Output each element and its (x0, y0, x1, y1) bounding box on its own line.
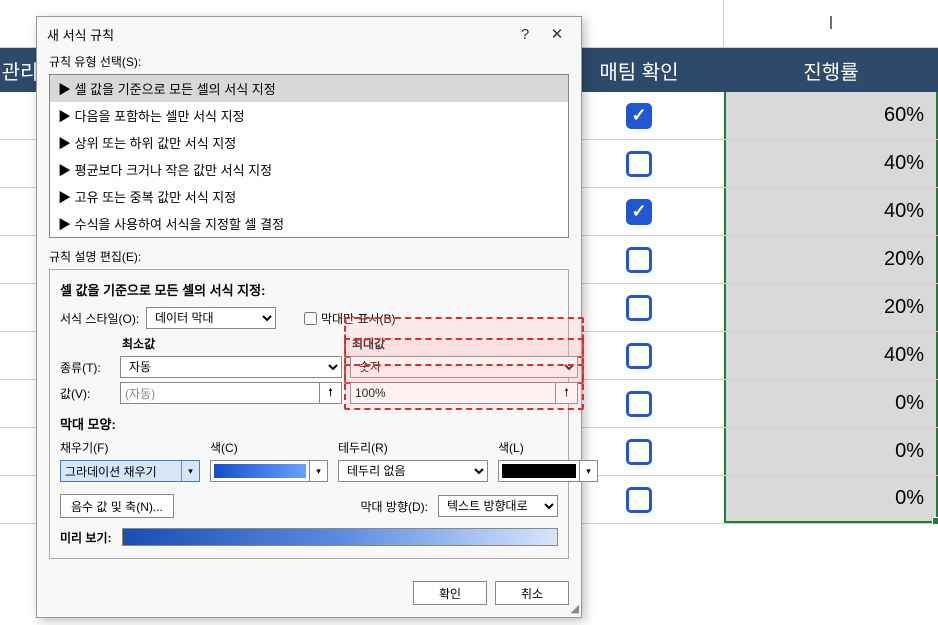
progress-cell[interactable]: 0% (724, 476, 938, 523)
bar-appearance-label: 막대 모양: (60, 414, 558, 433)
progress-cell[interactable]: 60% (724, 92, 938, 139)
preview-bar (122, 528, 559, 546)
cancel-button[interactable]: 취소 (495, 581, 569, 605)
chevron-down-icon: ▾ (309, 461, 327, 481)
checkbox[interactable] (626, 295, 652, 321)
dialog-title: 새 서식 규칙 (47, 25, 509, 44)
progress-cell[interactable]: 20% (724, 236, 938, 283)
value-label: 값(V): (60, 385, 112, 402)
rule-type-item[interactable]: ▶ 다음을 포함하는 셀만 서식 지정 (50, 102, 568, 129)
border-color-select[interactable]: ▾ (498, 460, 598, 482)
rule-desc-label: 규칙 설명 편집(E): (49, 248, 569, 265)
checkbox[interactable]: ✓ (626, 103, 652, 129)
progress-cell[interactable]: 20% (724, 284, 938, 331)
dialog-titlebar[interactable]: 새 서식 규칙 ? ✕ (37, 17, 581, 51)
header-progress: 진행률 (724, 48, 938, 92)
checkbox[interactable] (626, 151, 652, 177)
max-header: 최대값 (350, 335, 578, 352)
rule-description-section: 셀 값을 기준으로 모든 셀의 서식 지정: 서식 스타일(O): 데이터 막대… (49, 269, 569, 559)
color-label: 색(C) (210, 439, 328, 456)
help-button[interactable]: ? (509, 21, 541, 47)
fill-handle[interactable] (932, 517, 938, 525)
min-type-select[interactable]: 자동 (120, 356, 342, 378)
checkbox[interactable]: ✓ (626, 199, 652, 225)
rule-type-item[interactable]: ▶ 평균보다 크거나 작은 값만 서식 지정 (50, 156, 568, 183)
max-ref-button[interactable]: 🠕 (556, 382, 578, 404)
checkbox[interactable] (626, 343, 652, 369)
min-header: 최소값 (120, 335, 342, 352)
bar-direction-select[interactable]: 텍스트 방향대로 (438, 495, 558, 517)
min-value-input[interactable] (120, 382, 320, 404)
rule-type-label: 규칙 유형 선택(S): (49, 53, 569, 70)
fill-label: 채우기(F) (60, 439, 200, 456)
border-type-select[interactable]: 테두리 없음 (338, 460, 488, 482)
rule-type-item[interactable]: ▶ 셀 값을 기준으로 모든 셀의 서식 지정 (50, 75, 568, 102)
new-format-rule-dialog: 새 서식 규칙 ? ✕ 규칙 유형 선택(S): ▶ 셀 값을 기준으로 모든 … (36, 16, 582, 618)
type-label: 종류(T): (60, 359, 112, 376)
checkbox[interactable] (626, 439, 652, 465)
checkbox[interactable] (626, 487, 652, 513)
close-button[interactable]: ✕ (541, 21, 573, 47)
border-color-label: 색(L) (498, 439, 598, 456)
checkbox[interactable] (626, 247, 652, 273)
show-bar-only-checkbox[interactable]: 막대만 표시(B) (304, 310, 396, 327)
bar-direction-label: 막대 방향(D): (361, 498, 429, 515)
progress-cell[interactable]: 0% (724, 380, 938, 427)
progress-cell[interactable]: 0% (724, 428, 938, 475)
rule-type-list[interactable]: ▶ 셀 값을 기준으로 모든 셀의 서식 지정▶ 다음을 포함하는 셀만 서식 … (49, 74, 569, 238)
max-value-input[interactable] (350, 382, 556, 404)
format-basis-label: 셀 값을 기준으로 모든 셀의 서식 지정: (60, 280, 558, 299)
min-ref-button[interactable]: 🠕 (320, 382, 342, 404)
preview-label: 미리 보기: (60, 529, 112, 546)
negative-axis-button[interactable]: 음수 값 및 축(N)... (60, 494, 174, 518)
show-bar-only-input[interactable] (304, 312, 317, 325)
max-type-select[interactable]: 숫자 (350, 356, 578, 378)
progress-cell[interactable]: 40% (724, 188, 938, 235)
progress-cell[interactable]: 40% (724, 332, 938, 379)
checkbox[interactable] (626, 391, 652, 417)
column-header-i[interactable]: I (724, 0, 938, 47)
resize-grip-icon[interactable]: ◢ (571, 602, 579, 615)
rule-type-item[interactable]: ▶ 상위 또는 하위 값만 서식 지정 (50, 129, 568, 156)
rule-type-item[interactable]: ▶ 고유 또는 중복 값만 서식 지정 (50, 183, 568, 210)
ok-button[interactable]: 확인 (413, 581, 487, 605)
fill-color-select[interactable]: ▾ (210, 460, 328, 482)
row-header: 관리 (0, 48, 40, 92)
border-label: 테두리(R) (338, 439, 488, 456)
format-style-select[interactable]: 데이터 막대 (146, 307, 276, 329)
format-style-label: 서식 스타일(O): (60, 310, 140, 327)
fill-type-select[interactable]: 그라데이션 채우기 ▾ (60, 460, 200, 482)
progress-cell[interactable]: 40% (724, 140, 938, 187)
chevron-down-icon: ▾ (181, 461, 199, 481)
chevron-down-icon: ▾ (579, 461, 597, 481)
rule-type-item[interactable]: ▶ 수식을 사용하여 서식을 지정할 셀 결정 (50, 210, 568, 237)
